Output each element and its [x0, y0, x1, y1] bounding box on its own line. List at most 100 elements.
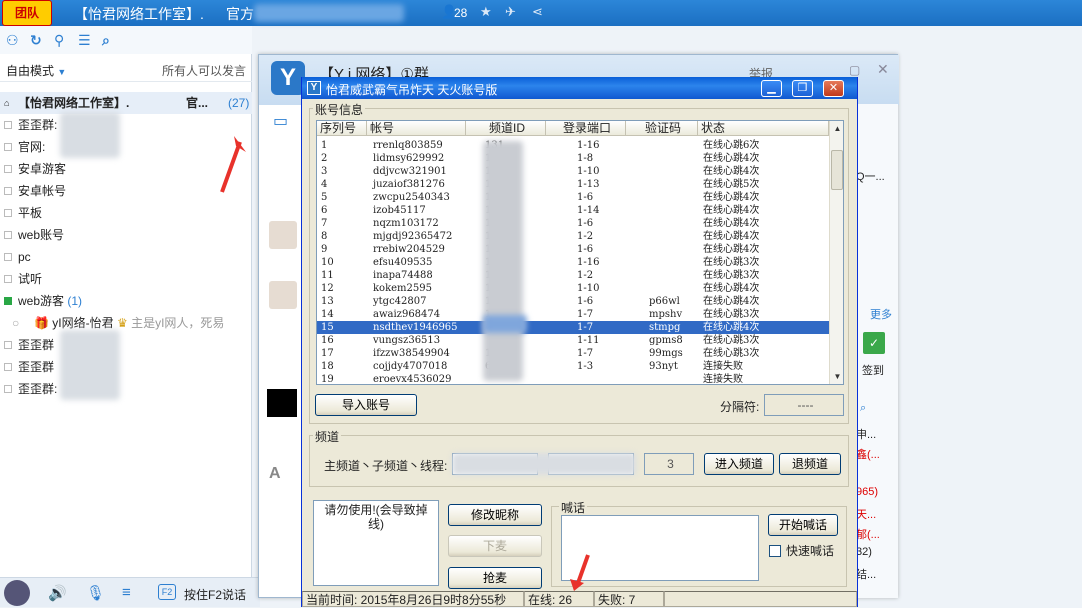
f2-key-icon[interactable]: F2: [158, 584, 176, 600]
table-row[interactable]: 3ddjvcw321901131-10在线心跳4次: [317, 165, 829, 178]
channel-root[interactable]: ⌂ 【怡君网络工作室】. 官... (27): [0, 92, 252, 114]
close-icon[interactable]: ✕: [877, 61, 889, 78]
dialog-title: 怡君威武霸气吊炸天 天火账号版: [326, 83, 498, 97]
table-row[interactable]: 11inapa7448811-2在线心跳3次: [317, 269, 829, 282]
checkin-icon[interactable]: ✓: [863, 332, 885, 354]
leave-mic-button[interactable]: 下麦: [448, 535, 542, 557]
equalizer-icon[interactable]: ≡: [122, 584, 131, 601]
maximize-icon[interactable]: ▢: [849, 63, 860, 77]
minimize-button[interactable]: ▁: [761, 80, 782, 97]
cell-status: 在线心跳3次: [703, 309, 760, 320]
search-icon[interactable]: ⌕: [102, 32, 110, 49]
start-shout-button[interactable]: 开始喊话: [768, 514, 838, 536]
share-icon[interactable]: ⋖: [532, 4, 543, 20]
thread-input[interactable]: 3: [644, 453, 694, 475]
table-row[interactable]: 19 eroevx4536029 连接失败: [317, 373, 829, 384]
col-login-port[interactable]: 登录端口: [546, 121, 626, 136]
cell-seq: 7: [321, 218, 328, 229]
table-row[interactable]: 1rrenlq8038591311-16在线心跳6次: [317, 139, 829, 152]
channel-root-tail: 官...: [186, 96, 209, 110]
collapse-box: [4, 143, 12, 151]
table-row[interactable]: 14awaiz96847411-7mpshv在线心跳3次: [317, 308, 829, 321]
guest-user-row[interactable]: ○ 🎁 yI网络-怡君 ♛ 主是yI网人，死易: [0, 312, 252, 334]
table-row[interactable]: 16 vungsz36513 1-11 gpms8 在线心跳3次: [317, 334, 829, 347]
tree-item-guest-channel[interactable]: web游客 (1): [0, 290, 252, 312]
table-row[interactable]: 18cojjdy47070186981-393nyt连接失败: [317, 360, 829, 373]
scroll-down-icon[interactable]: ▼: [830, 369, 843, 384]
status-dot-icon: ○: [12, 316, 20, 330]
scroll-up-icon[interactable]: ▲: [830, 121, 843, 136]
exit-channel-button[interactable]: 退频道: [779, 453, 841, 475]
table-row[interactable]: 17ifzzw3854990411-799mgs在线心跳3次: [317, 347, 829, 360]
tree-item-label: 安卓游客: [18, 162, 67, 176]
col-account[interactable]: 帐号: [367, 121, 466, 136]
table-row[interactable]: 7nqzm10317211-6在线心跳4次: [317, 217, 829, 230]
status-online: 在线: 26: [524, 591, 594, 607]
tree-item[interactable]: 歪歪群: [0, 334, 252, 356]
side-text: 鑫(...: [856, 449, 880, 461]
list-edit-icon[interactable]: ☰: [78, 32, 91, 49]
checkin-label[interactable]: 签到: [862, 362, 884, 378]
tree-item-label: 歪歪群: [18, 338, 55, 352]
font-icon[interactable]: A: [269, 465, 281, 483]
plane-icon[interactable]: ✈: [505, 4, 516, 20]
mode-dropdown[interactable]: 自由模式 ▼: [6, 62, 66, 79]
cell-port: 1-6: [577, 192, 594, 203]
close-button[interactable]: ✕: [823, 80, 844, 97]
cell-port: 1-2: [577, 270, 594, 281]
scroll-thumb[interactable]: [831, 150, 843, 190]
table-row[interactable]: 8mjgdj9236547211-2在线心跳4次: [317, 230, 829, 243]
cell-acct: izob45117: [373, 205, 426, 216]
col-captcha[interactable]: 验证码: [626, 121, 698, 136]
speaker-icon[interactable]: 🔊: [48, 584, 67, 602]
collapse-box: [4, 187, 12, 195]
expand-box: [4, 297, 12, 305]
tree-item[interactable]: 试听: [0, 268, 252, 290]
table-row[interactable]: 5zwcpu2540343131-6在线心跳4次: [317, 191, 829, 204]
tree-item[interactable]: 歪歪群: [0, 356, 252, 378]
table-row[interactable]: 15nsdthev194696511-7stmpg在线心跳4次: [317, 321, 829, 334]
avatar: [269, 221, 297, 249]
avatar[interactable]: [4, 580, 30, 606]
col-channel-id[interactable]: 频道ID: [466, 121, 546, 136]
table-row[interactable]: 6izob4511711-14在线心跳4次: [317, 204, 829, 217]
table-row[interactable]: 9rrebiw20452911-6在线心跳4次: [317, 243, 829, 256]
tree-item[interactable]: web账号: [0, 224, 252, 246]
rename-button[interactable]: 修改昵称: [448, 504, 542, 526]
collapse-box: [4, 209, 12, 217]
red-arrow-annotation: [220, 136, 246, 193]
user-icon[interactable]: ⚇: [6, 32, 19, 49]
restore-button[interactable]: ❐: [792, 80, 813, 97]
import-accounts-button[interactable]: 导入账号: [315, 394, 417, 416]
enter-channel-button[interactable]: 进入频道: [704, 453, 774, 475]
table-row[interactable]: 13ytgc4280711-6p66wl在线心跳4次: [317, 295, 829, 308]
search-icon[interactable]: ⌕: [860, 402, 866, 415]
favorite-star-icon[interactable]: ★: [480, 4, 492, 20]
vertical-scrollbar[interactable]: ▲ ▼: [829, 121, 843, 384]
cell-seq: 17: [321, 348, 334, 359]
account-list[interactable]: 序列号 帐号 频道ID 登录端口 验证码 状态 1 rrenlq803859 13 1…: [316, 120, 844, 385]
more-link[interactable]: 更多: [870, 306, 892, 322]
table-row[interactable]: 10efsu40953511-16在线心跳3次: [317, 256, 829, 269]
microphone-icon[interactable]: 🎙: [86, 584, 105, 602]
chat-bubble-icon[interactable]: ▭: [273, 111, 288, 131]
tree-item[interactable]: 歪歪群:: [0, 114, 252, 136]
separator-input[interactable]: ----: [764, 394, 844, 416]
channel-group-label: 频道: [313, 428, 342, 445]
avatar: [269, 281, 297, 309]
fast-shout-checkbox[interactable]: [769, 545, 781, 557]
tree-item-label: 歪歪群:: [18, 382, 58, 396]
table-row[interactable]: 2lidmsy6299921311-8在线心跳4次: [317, 152, 829, 165]
col-seq[interactable]: 序列号: [317, 121, 367, 136]
tree-item[interactable]: pc: [0, 246, 252, 268]
location-icon[interactable]: ⚲: [54, 32, 64, 49]
gift-icon: 🎁: [34, 316, 49, 330]
col-status[interactable]: 状态: [698, 121, 829, 136]
table-row[interactable]: 12kokem259511-10在线心跳4次: [317, 282, 829, 295]
table-row[interactable]: 4juzaiof381276131-13在线心跳5次: [317, 178, 829, 191]
tree-item[interactable]: 歪歪群:: [0, 378, 252, 400]
tree-item[interactable]: 平板: [0, 202, 252, 224]
refresh-icon[interactable]: ↻: [30, 32, 42, 49]
collapse-box: [4, 363, 12, 371]
grab-mic-button[interactable]: 抢麦: [448, 567, 542, 589]
